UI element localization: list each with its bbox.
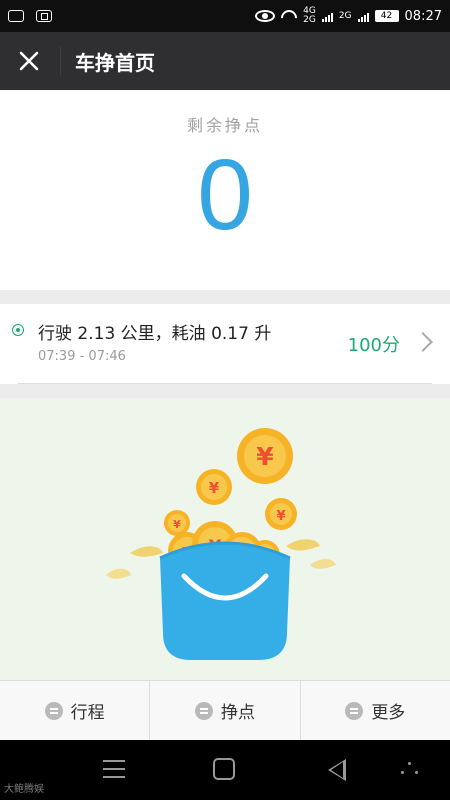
menu-icon bbox=[345, 701, 364, 720]
app-bar-divider bbox=[60, 46, 61, 76]
tab-more[interactable]: 更多 bbox=[301, 681, 450, 740]
tab-points[interactable]: 挣点 bbox=[150, 681, 301, 740]
tab-points-label: 挣点 bbox=[220, 703, 255, 723]
trip-status-icon bbox=[12, 324, 24, 336]
tab-trips-label: 行程 bbox=[70, 703, 105, 723]
points-value: 0 bbox=[197, 139, 253, 251]
wifi-icon bbox=[281, 10, 297, 22]
network-4g-2g: 4G 2G bbox=[303, 7, 316, 25]
chevron-right-icon bbox=[413, 332, 433, 352]
coin-medium: ¥ bbox=[196, 469, 232, 505]
eye-icon bbox=[255, 10, 276, 22]
svg-text:¥: ¥ bbox=[256, 442, 274, 471]
status-bar: 4G 2G 2G 42 08:27 bbox=[0, 0, 450, 32]
trip-time-range: 07:39 - 07:46 bbox=[38, 349, 126, 364]
screenshot-icon bbox=[36, 10, 52, 22]
signal-icon bbox=[321, 10, 333, 22]
tab-more-label: 更多 bbox=[371, 703, 406, 723]
svg-text:¥: ¥ bbox=[209, 479, 220, 497]
signal-icon-2 bbox=[357, 10, 369, 22]
home-icon[interactable] bbox=[213, 758, 235, 780]
trip-card[interactable]: 行驶 2.13 公里，耗油 0.17 升 07:39 - 07:46 100分 bbox=[0, 304, 450, 384]
menu-icon bbox=[194, 701, 213, 720]
network-2g-label-2: 2G bbox=[338, 10, 352, 21]
close-icon[interactable] bbox=[0, 32, 58, 90]
more-icon[interactable] bbox=[401, 762, 419, 778]
tab-trips[interactable]: 行程 bbox=[0, 681, 151, 740]
app-bar: 车挣首页 bbox=[0, 32, 450, 90]
network-2g-label: 2G bbox=[303, 15, 316, 25]
back-icon[interactable] bbox=[328, 759, 346, 781]
menu-icon bbox=[44, 701, 63, 720]
bottom-tab-bar: 行程 挣点 更多 bbox=[0, 680, 450, 740]
svg-text:¥: ¥ bbox=[173, 518, 181, 531]
page-title: 车挣首页 bbox=[75, 50, 155, 75]
battery-icon: 42 bbox=[374, 10, 399, 22]
message-icon bbox=[8, 10, 24, 22]
watermark: 大鲍腾娱 bbox=[4, 784, 44, 795]
reward-illustration: ¥ ¥ ¥ ¥ ¥ ¥ ¥ bbox=[0, 398, 450, 680]
points-card: 剩余挣点 0 bbox=[0, 90, 450, 290]
svg-text:¥: ¥ bbox=[276, 509, 285, 524]
trip-divider bbox=[18, 383, 432, 384]
points-label: 剩余挣点 bbox=[186, 116, 263, 135]
android-navigation-bar bbox=[0, 740, 450, 800]
clock: 08:27 bbox=[404, 8, 442, 24]
coin-basket-illustration: ¥ ¥ ¥ ¥ ¥ ¥ ¥ bbox=[0, 398, 450, 680]
wallet-basket bbox=[159, 541, 291, 660]
coin-large: ¥ bbox=[237, 428, 293, 484]
recent-apps-icon[interactable] bbox=[103, 760, 125, 778]
close-glyph bbox=[19, 51, 39, 71]
coin-small-right: ¥ bbox=[265, 498, 297, 530]
trip-summary: 行驶 2.13 公里，耗油 0.17 升 bbox=[38, 324, 272, 344]
trip-score: 100分 bbox=[347, 335, 400, 356]
